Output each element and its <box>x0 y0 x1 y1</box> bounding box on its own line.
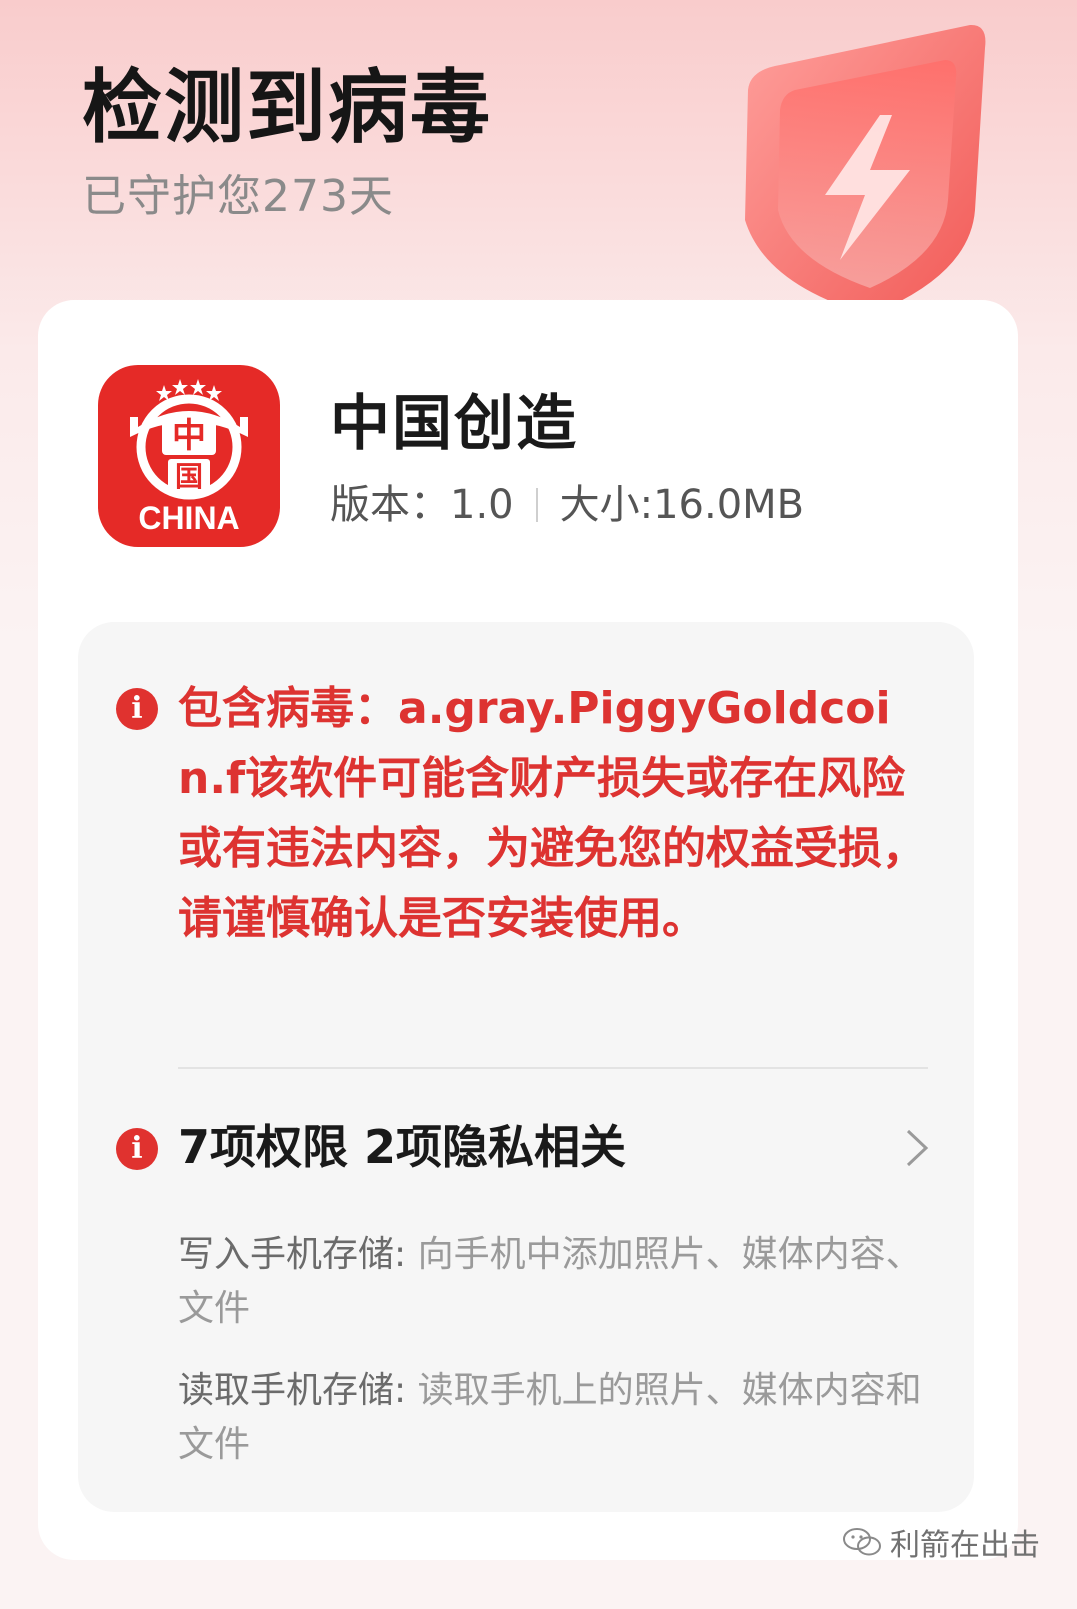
scan-result-card: 中 国 CHINA 中国创造 版本：1.0 大小:16.0MB i 包含病毒：a… <box>38 300 1018 1560</box>
permission-item: 读取手机存储: 读取手机上的照片、媒体内容和文件 <box>178 1364 928 1472</box>
virus-warning-text: 包含病毒：a.gray.PiggyGoldcoin.f该软件可能含财产损失或存在… <box>178 683 926 944</box>
app-name: 中国创造 <box>330 389 578 459</box>
app-icon: 中 国 CHINA <box>98 365 280 547</box>
permission-key: 写入手机存储: <box>178 1234 407 1275</box>
permission-key: 读取手机存储: <box>178 1370 407 1411</box>
permissions-title: 7项权限 2项隐私相关 <box>178 1120 627 1174</box>
app-icon-text: CHINA <box>138 500 239 536</box>
warning-icon: i <box>116 1128 158 1170</box>
page-title: 检测到病毒 <box>82 61 492 154</box>
meta-separator <box>535 488 538 522</box>
warning-icon: i <box>116 688 158 730</box>
china-emblem-icon: 中 国 CHINA <box>130 379 248 536</box>
wechat-icon <box>843 1528 881 1556</box>
svg-text:国: 国 <box>175 460 203 493</box>
app-version: 版本：1.0 <box>330 482 514 528</box>
permission-item: 写入手机存储: 向手机中添加照片、媒体内容、文件 <box>178 1228 928 1336</box>
watermark: 利箭在出击 <box>842 1520 1040 1564</box>
chevron-right-icon[interactable] <box>896 1125 936 1171</box>
shield-lightning-icon <box>745 24 986 316</box>
svg-text:中: 中 <box>172 416 206 456</box>
protection-days: 已守护您273天 <box>82 171 394 222</box>
app-meta: 版本：1.0 大小:16.0MB <box>330 480 804 530</box>
risk-panel: i 包含病毒：a.gray.PiggyGoldcoin.f该软件可能含财产损失或… <box>78 622 974 1512</box>
divider <box>178 1067 928 1069</box>
app-size: 大小:16.0MB <box>559 482 805 528</box>
watermark-text: 利箭在出击 <box>890 1528 1040 1563</box>
